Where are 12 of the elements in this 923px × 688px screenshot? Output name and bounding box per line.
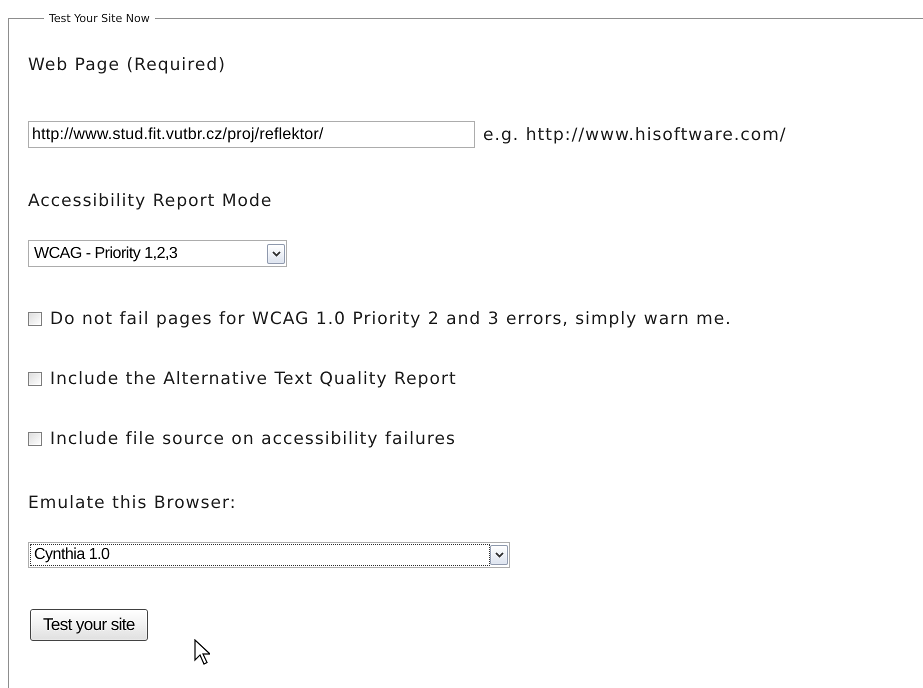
field-label: Emulate this Browser: bbox=[28, 492, 238, 515]
field-label: Accessibility Report Mode bbox=[28, 190, 274, 213]
report-mode-select[interactable]: WCAG - Priority 1,2,3 bbox=[28, 240, 287, 267]
browser-select[interactable]: Cynthia 1.0 bbox=[28, 542, 510, 568]
field-label: Web Page (Required) bbox=[28, 54, 227, 77]
panel-title: Test Your Site Now bbox=[48, 13, 151, 25]
test-site-button[interactable]: Test your site bbox=[30, 609, 148, 641]
checkbox-option[interactable]: Include file source on accessibility failures bbox=[28, 427, 923, 451]
checkbox-option[interactable]: Include the Alternative Text Quality Report bbox=[28, 367, 923, 391]
url-field[interactable]: http://www.stud.fit.vutbr.cz/proj/reflektor/ bbox=[28, 121, 475, 148]
example-hint: e.g. http://www.hisoftware.com/ bbox=[483, 124, 787, 144]
checkbox-option[interactable]: Do not fail pages for WCAG 1.0 Priority 2 and 3 errors, simply warn me. bbox=[28, 307, 923, 331]
